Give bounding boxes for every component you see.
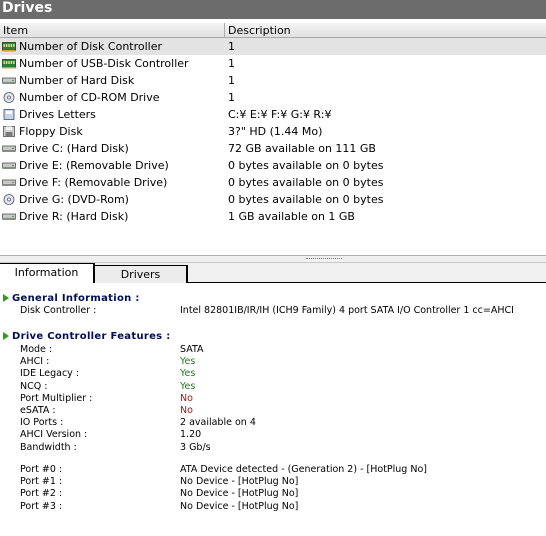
- section-title: Drive Controller Features :: [12, 331, 171, 342]
- hard-disk-icon: [2, 75, 16, 86]
- dvd-drive-icon: [2, 194, 16, 205]
- port-label: Port #2 :: [20, 488, 63, 500]
- list-row[interactable]: Number of Hard Disk 1: [0, 72, 546, 89]
- row-description: 1: [228, 57, 235, 70]
- feature-label: Mode :: [20, 344, 53, 355]
- row-item-name: Number of CD-ROM Drive: [19, 91, 160, 104]
- drive-letters-icon: [2, 109, 16, 120]
- row-item-name: Number of USB-Disk Controller: [19, 57, 189, 70]
- port-label: Port #3 :: [20, 500, 63, 512]
- removable-drive-icon: [2, 177, 16, 188]
- row-item-name: Number of Hard Disk: [19, 74, 135, 87]
- list-row[interactable]: Number of USB-Disk Controller 1: [0, 55, 546, 72]
- row-description: 0 bytes available on 0 bytes: [228, 193, 384, 206]
- drives-list[interactable]: Item Description Number of Disk Controll…: [0, 19, 546, 255]
- information-panel: General Information : Disk Controller : …: [0, 283, 546, 536]
- feature-value: Yes: [180, 380, 196, 392]
- row-item-name: Floppy Disk: [19, 125, 83, 138]
- list-row[interactable]: Drive C: (Hard Disk) 72 GB available on 1…: [0, 140, 546, 157]
- feature-value: 2 available on 4: [180, 417, 256, 429]
- port-value: ATA Device detected - (Generation 2) - […: [180, 464, 427, 475]
- feature-label: IDE Legacy :: [20, 368, 80, 380]
- row-description: 1: [228, 40, 235, 53]
- feature-label: AHCI Version :: [20, 429, 88, 441]
- window-title: Drives: [0, 0, 546, 19]
- list-row[interactable]: Drive E: (Removable Drive) 0 bytes availa…: [0, 157, 546, 174]
- feature-label: NCQ :: [20, 380, 48, 392]
- row-description: 1 GB available on 1 GB: [228, 210, 355, 223]
- row-description: 72 GB available on 111 GB: [228, 142, 376, 155]
- feature-value: Yes: [180, 356, 196, 368]
- feature-value: No: [180, 392, 193, 404]
- splitter-grip-icon[interactable]: [306, 258, 342, 261]
- hard-disk-icon: [2, 143, 16, 154]
- pane-splitter[interactable]: [0, 255, 546, 263]
- feature-label: Port Multiplier :: [20, 392, 93, 404]
- row-item-name: Drive C: (Hard Disk): [19, 142, 129, 155]
- list-row[interactable]: Floppy Disk 3?" HD (1.44 Mo): [0, 123, 546, 140]
- hard-disk-icon: [2, 211, 16, 222]
- tab-drivers[interactable]: Drivers: [95, 265, 188, 283]
- usb-controller-icon: [2, 58, 16, 69]
- row-item-name: Drive F: (Removable Drive): [19, 176, 168, 189]
- tab-bar: Information Drivers: [0, 263, 546, 283]
- drive-controller-features-heading: Drive Controller Features :: [3, 331, 171, 342]
- section-title: General Information :: [12, 293, 140, 304]
- feature-value: Yes: [180, 368, 196, 380]
- list-row[interactable]: Drives Letters C:¥ E:¥ F:¥ G:¥ R:¥: [0, 106, 546, 123]
- row-description: 1: [228, 74, 235, 87]
- row-description: C:¥ E:¥ F:¥ G:¥ R:¥: [228, 108, 332, 121]
- list-row[interactable]: Drive F: (Removable Drive) 0 bytes availa…: [0, 174, 546, 191]
- feature-label: Bandwidth :: [20, 441, 77, 453]
- expand-arrow-icon[interactable]: [3, 332, 9, 340]
- general-information-heading: General Information :: [3, 293, 140, 304]
- column-header-description[interactable]: Description: [225, 23, 546, 38]
- feature-value: 1.20: [180, 429, 202, 441]
- disk-controller-value: Intel 82801IB/IR/IH (ICH9 Family) 4 port…: [180, 305, 514, 316]
- column-header-item[interactable]: Item: [0, 23, 225, 38]
- list-header: Item Description: [0, 22, 546, 38]
- row-item-name: Drive R: (Hard Disk): [19, 210, 129, 223]
- port-label: Port #0 :: [20, 464, 63, 475]
- row-item-name: Drives Letters: [19, 108, 96, 121]
- row-description: 0 bytes available on 0 bytes: [228, 159, 384, 172]
- cdrom-icon: [2, 92, 16, 103]
- feature-value: No: [180, 405, 193, 416]
- row-description: 3?" HD (1.44 Mo): [228, 125, 323, 138]
- removable-drive-icon: [2, 160, 16, 171]
- feature-label: AHCI :: [20, 356, 50, 368]
- port-value: No Device - [HotPlug No]: [180, 500, 299, 512]
- tab-information[interactable]: Information: [0, 263, 95, 283]
- feature-value: SATA: [180, 344, 204, 355]
- list-row[interactable]: Number of Disk Controller 1: [0, 38, 546, 55]
- disk-controller-icon: [2, 41, 16, 52]
- list-row[interactable]: Drive R: (Hard Disk) 1 GB available on 1 …: [0, 208, 546, 225]
- expand-arrow-icon[interactable]: [3, 294, 9, 302]
- row-item-name: Drive E: (Removable Drive): [19, 159, 169, 172]
- row-description: 0 bytes available on 0 bytes: [228, 176, 384, 189]
- feature-value: 3 Gb/s: [180, 441, 211, 453]
- row-item-name: Drive G: (DVD-Rom): [19, 193, 129, 206]
- list-row[interactable]: Number of CD-ROM Drive 1: [0, 89, 546, 106]
- feature-label: IO Ports :: [20, 417, 64, 429]
- floppy-icon: [2, 126, 16, 137]
- list-row[interactable]: Drive G: (DVD-Rom) 0 bytes available on 0…: [0, 191, 546, 208]
- feature-label: eSATA :: [20, 405, 56, 416]
- row-description: 1: [228, 91, 235, 104]
- disk-controller-label: Disk Controller :: [20, 305, 97, 316]
- row-item-name: Number of Disk Controller: [19, 40, 163, 53]
- port-value: No Device - [HotPlug No]: [180, 488, 299, 500]
- port-value: No Device - [HotPlug No]: [180, 476, 299, 488]
- port-label: Port #1 :: [20, 476, 63, 488]
